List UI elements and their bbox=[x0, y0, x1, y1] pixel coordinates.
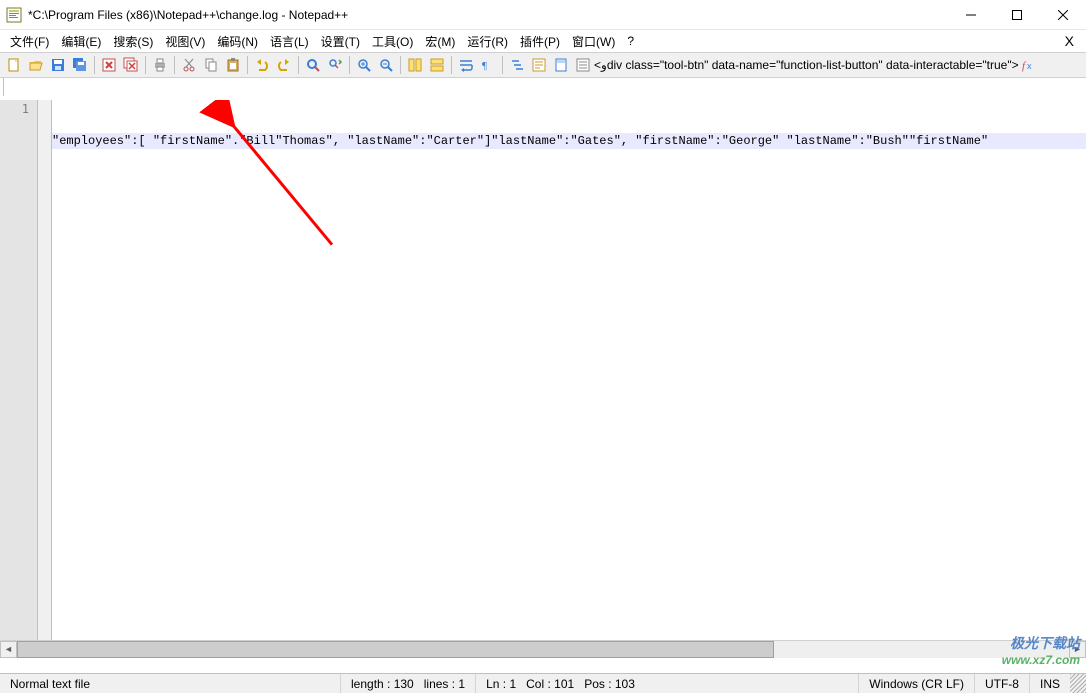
toolbar: ¶ <وdiv class="tool-btn" data-name="func… bbox=[0, 52, 1086, 78]
status-encoding[interactable]: UTF-8 bbox=[974, 674, 1029, 693]
menu-search[interactable]: 搜索(S) bbox=[107, 31, 159, 52]
close-all-button[interactable] bbox=[120, 54, 142, 76]
line-number-gutter: 1 bbox=[0, 100, 38, 640]
zoom-out-button[interactable] bbox=[375, 54, 397, 76]
menu-language[interactable]: 语言(L) bbox=[264, 31, 315, 52]
copy-button[interactable] bbox=[200, 54, 222, 76]
doc-map-button[interactable] bbox=[550, 54, 572, 76]
scroll-thumb[interactable] bbox=[17, 641, 774, 658]
statusbar: Normal text file length : 130 lines : 1 … bbox=[0, 673, 1086, 693]
cut-button[interactable] bbox=[178, 54, 200, 76]
code-editor[interactable]: "employees":[ "firstName"."Bill"Thomas",… bbox=[52, 100, 1086, 640]
menu-edit[interactable]: 编辑(E) bbox=[55, 31, 107, 52]
replace-button[interactable] bbox=[324, 54, 346, 76]
menu-help[interactable]: ? bbox=[621, 32, 640, 50]
close-file-button[interactable] bbox=[98, 54, 120, 76]
indent-guide-button[interactable] bbox=[506, 54, 528, 76]
menu-window[interactable]: 窗口(W) bbox=[566, 31, 621, 52]
user-lang-button[interactable] bbox=[528, 54, 550, 76]
save-file-button[interactable] bbox=[47, 54, 69, 76]
save-all-button[interactable] bbox=[69, 54, 91, 76]
doc-list-button[interactable] bbox=[572, 54, 594, 76]
menu-settings[interactable]: 设置(T) bbox=[315, 31, 366, 52]
close-button[interactable] bbox=[1040, 0, 1086, 29]
find-button[interactable] bbox=[302, 54, 324, 76]
zoom-in-button[interactable] bbox=[353, 54, 375, 76]
status-position: Ln : 1 Col : 101 Pos : 103 bbox=[475, 674, 858, 693]
fold-margin bbox=[38, 100, 52, 640]
status-eol[interactable]: Windows (CR LF) bbox=[858, 674, 974, 693]
status-ins[interactable]: INS bbox=[1029, 674, 1070, 693]
annotation-arrow bbox=[52, 100, 1086, 640]
horizontal-scrollbar[interactable]: ◄ ► bbox=[0, 640, 1086, 657]
scroll-track[interactable] bbox=[17, 641, 1069, 658]
menu-run[interactable]: 运行(R) bbox=[461, 31, 514, 52]
menu-plugins[interactable]: 插件(P) bbox=[514, 31, 566, 52]
open-file-button[interactable] bbox=[25, 54, 47, 76]
app-icon bbox=[6, 7, 22, 23]
show-all-chars-button[interactable]: ¶ bbox=[477, 54, 499, 76]
line-number: 1 bbox=[0, 101, 29, 117]
menu-file[interactable]: 文件(F) bbox=[4, 31, 55, 52]
resize-grip[interactable] bbox=[1070, 674, 1086, 693]
redo-button[interactable] bbox=[273, 54, 295, 76]
svg-text:x: x bbox=[1027, 61, 1032, 71]
maximize-button[interactable] bbox=[994, 0, 1040, 29]
status-file-type: Normal text file bbox=[0, 674, 340, 693]
menu-view[interactable]: 视图(V) bbox=[159, 31, 211, 52]
print-button[interactable] bbox=[149, 54, 171, 76]
menu-macro[interactable]: 宏(M) bbox=[419, 31, 461, 52]
sync-horizontal-button[interactable] bbox=[426, 54, 448, 76]
menu-encoding[interactable]: 编码(N) bbox=[211, 31, 264, 52]
menubar: 文件(F) 编辑(E) 搜索(S) 视图(V) 编码(N) 语言(L) 设置(T… bbox=[0, 30, 1086, 52]
paste-button[interactable] bbox=[222, 54, 244, 76]
word-wrap-button[interactable] bbox=[455, 54, 477, 76]
undo-button[interactable] bbox=[251, 54, 273, 76]
sync-vertical-button[interactable] bbox=[404, 54, 426, 76]
titlebar: *C:\Program Files (x86)\Notepad++\change… bbox=[0, 0, 1086, 30]
scroll-right-button[interactable]: ► bbox=[1069, 641, 1086, 658]
scroll-left-button[interactable]: ◄ bbox=[0, 641, 17, 658]
window-title: *C:\Program Files (x86)\Notepad++\change… bbox=[28, 8, 948, 22]
code-line-1[interactable]: "employees":[ "firstName"."Bill"Thomas",… bbox=[52, 133, 1086, 149]
editor-area: 1 "employees":[ "firstName"."Bill"Thomas… bbox=[0, 100, 1086, 657]
svg-text:¶: ¶ bbox=[482, 60, 487, 72]
editor-body: 1 "employees":[ "firstName"."Bill"Thomas… bbox=[0, 100, 1086, 640]
menu-tools[interactable]: 工具(O) bbox=[366, 31, 419, 52]
new-file-button[interactable] bbox=[3, 54, 25, 76]
window-controls bbox=[948, 0, 1086, 29]
status-length: length : 130 lines : 1 bbox=[340, 674, 475, 693]
minimize-button[interactable] bbox=[948, 0, 994, 29]
menubar-close-x[interactable]: X bbox=[1053, 33, 1086, 49]
